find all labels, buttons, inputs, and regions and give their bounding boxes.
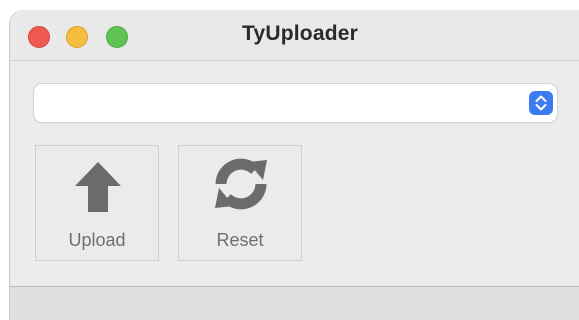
zoom-window-button[interactable]	[106, 26, 128, 48]
arrow-up-icon	[75, 162, 121, 212]
board-select[interactable]	[34, 84, 557, 122]
minimize-window-button[interactable]	[66, 26, 88, 48]
upload-button-label: Upload	[68, 230, 126, 250]
window-title: TyUploader	[242, 22, 358, 45]
refresh-icon	[215, 158, 267, 210]
reset-button-label: Reset	[216, 230, 264, 250]
select-stepper-button[interactable]	[529, 91, 553, 115]
close-window-button[interactable]	[28, 26, 50, 48]
reset-button[interactable]: Reset	[178, 145, 302, 261]
title-bar[interactable]: TyUploader	[10, 10, 579, 61]
status-bar	[10, 286, 579, 320]
app-window: TyUploader Upload Reset	[10, 10, 579, 320]
upload-button[interactable]: Upload	[35, 145, 159, 261]
chevron-up-down-icon	[535, 95, 547, 111]
